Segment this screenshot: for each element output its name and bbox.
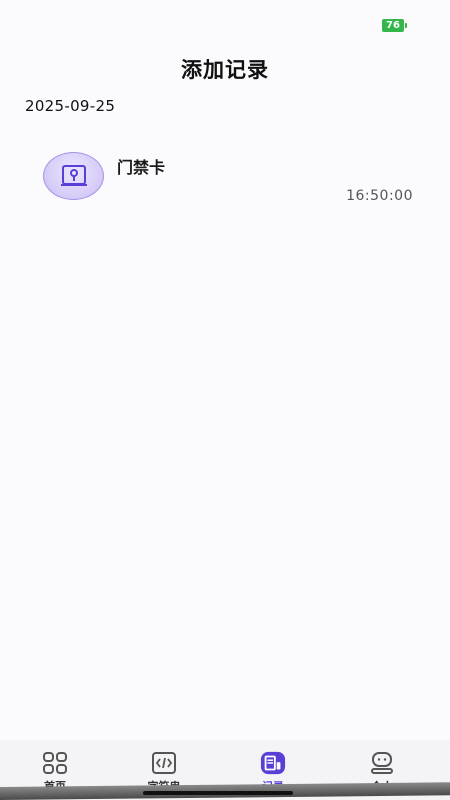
status-bar: 76 [0, 0, 450, 40]
record-icon [260, 750, 286, 776]
home-indicator[interactable] [143, 791, 293, 795]
battery-indicator: 76 [382, 19, 407, 32]
date-label: 2025-09-25 [25, 97, 116, 115]
page-title: 添加记录 [181, 58, 269, 82]
record-item[interactable]: 门禁卡 16:50:00 [0, 146, 450, 216]
code-icon [151, 750, 177, 776]
record-name: 门禁卡 [117, 158, 166, 177]
door-lock-icon [43, 152, 104, 200]
profile-icon [369, 750, 395, 776]
record-time: 16:50:00 [346, 188, 413, 204]
grid-icon [42, 750, 68, 776]
